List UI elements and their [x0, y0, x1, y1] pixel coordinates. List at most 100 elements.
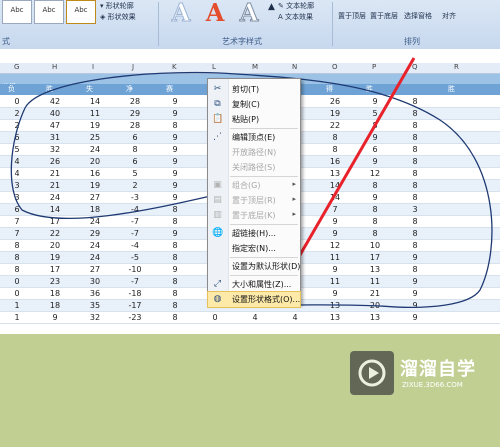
table-cell[interactable]: 8	[160, 240, 190, 251]
table-cell[interactable]: 8	[400, 168, 430, 179]
table-cell[interactable]: 22	[40, 228, 70, 239]
table-cell[interactable]: 5	[2, 144, 32, 155]
table-cell[interactable]: -7	[120, 216, 150, 227]
table-cell[interactable]: 16	[80, 168, 110, 179]
table-cell[interactable]: 20	[80, 156, 110, 167]
wordart-style-red[interactable]: A	[200, 0, 230, 26]
table-cell[interactable]: 21	[40, 180, 70, 191]
table-cell[interactable]: 17	[40, 216, 70, 227]
table-cell[interactable]: 8	[2, 252, 32, 263]
table-cell[interactable]: 9	[360, 132, 390, 143]
column-header[interactable]: O	[332, 63, 338, 71]
table-cell[interactable]: 7	[320, 204, 350, 215]
table-cell[interactable]: 8	[360, 120, 390, 131]
table-cell[interactable]: 28	[120, 120, 150, 131]
table-cell[interactable]: 11	[320, 252, 350, 263]
table-cell[interactable]: 26	[40, 156, 70, 167]
table-cell[interactable]: 2	[2, 108, 32, 119]
table-cell[interactable]: 29	[80, 228, 110, 239]
table-cell[interactable]: 0	[2, 288, 32, 299]
table-cell[interactable]: 7	[2, 216, 32, 227]
table-cell[interactable]: 47	[40, 120, 70, 131]
column-header[interactable]: P	[372, 63, 376, 71]
table-cell[interactable]: 2	[2, 120, 32, 131]
table-cell[interactable]: -23	[120, 312, 150, 323]
table-cell[interactable]: 0	[2, 276, 32, 287]
table-cell[interactable]: 9	[160, 228, 190, 239]
table-cell[interactable]: 9	[400, 312, 430, 323]
table-cell[interactable]: 20	[40, 240, 70, 251]
table-cell[interactable]: 3	[2, 180, 32, 191]
shape-style-swatch[interactable]: Abc	[34, 0, 64, 24]
table-cell[interactable]: 5	[360, 108, 390, 119]
table-cell[interactable]: 27	[80, 264, 110, 275]
table-cell[interactable]: 17	[40, 264, 70, 275]
table-cell[interactable]: 24	[80, 252, 110, 263]
context-menu-item[interactable]: ◍ 设置形状格式(O)...	[207, 291, 301, 308]
table-cell[interactable]: 14	[80, 96, 110, 107]
selection-pane-button[interactable]: 选择窗格	[404, 11, 432, 21]
table-cell[interactable]: 9	[360, 192, 390, 203]
table-cell[interactable]: 6	[2, 132, 32, 143]
table-cell[interactable]: 8	[160, 288, 190, 299]
table-cell[interactable]: 11	[360, 276, 390, 287]
shape-style-swatch[interactable]: Abc	[66, 0, 96, 24]
table-cell[interactable]: 8	[400, 192, 430, 203]
table-cell[interactable]: 9	[40, 312, 70, 323]
shape-outline-button[interactable]: ▾ 形状轮廓	[100, 1, 134, 11]
column-header[interactable]: R	[454, 63, 459, 71]
table-cell[interactable]: 8	[320, 132, 350, 143]
table-cell[interactable]: 9	[360, 156, 390, 167]
shape-effects-button[interactable]: ◈ 形状效果	[100, 12, 136, 22]
table-cell[interactable]: 8	[360, 204, 390, 215]
table-cell[interactable]: 8	[120, 144, 150, 155]
table-cell[interactable]: -17	[120, 300, 150, 311]
table-cell[interactable]: 9	[320, 228, 350, 239]
table-cell[interactable]: 9	[160, 156, 190, 167]
table-cell[interactable]: 2	[120, 180, 150, 191]
table-cell[interactable]: 8	[360, 228, 390, 239]
table-cell[interactable]: 8	[400, 132, 430, 143]
table-cell[interactable]: 8	[400, 156, 430, 167]
context-menu-item[interactable]: 指定宏(N)...	[208, 241, 300, 256]
table-cell[interactable]: 18	[40, 288, 70, 299]
table-cell[interactable]: 29	[120, 108, 150, 119]
table-cell[interactable]: 40	[40, 108, 70, 119]
table-cell[interactable]: 8	[160, 216, 190, 227]
table-cell[interactable]: 8	[360, 180, 390, 191]
table-cell[interactable]: 12	[320, 240, 350, 251]
table-cell[interactable]: 13	[320, 300, 350, 311]
send-back-button[interactable]: 置于底层	[370, 11, 398, 21]
table-cell[interactable]: 13	[320, 168, 350, 179]
table-cell[interactable]: 9	[160, 96, 190, 107]
table-cell[interactable]: 8	[400, 180, 430, 191]
table-cell[interactable]: 9	[160, 264, 190, 275]
table-cell[interactable]: 0	[200, 312, 230, 323]
table-cell[interactable]: 14	[320, 192, 350, 203]
table-cell[interactable]: 25	[80, 132, 110, 143]
wordart-style-white[interactable]: A	[166, 0, 196, 26]
table-cell[interactable]: 8	[400, 264, 430, 275]
table-cell[interactable]: 8	[400, 240, 430, 251]
table-cell[interactable]: 9	[160, 144, 190, 155]
table-cell[interactable]: 32	[80, 312, 110, 323]
table-cell[interactable]: 8	[400, 216, 430, 227]
table-cell[interactable]: 28	[120, 96, 150, 107]
table-cell[interactable]: 9	[320, 288, 350, 299]
table-cell[interactable]: 8	[400, 96, 430, 107]
table-cell[interactable]: 19	[80, 180, 110, 191]
table-cell[interactable]: 6	[2, 204, 32, 215]
table-cell[interactable]: 18	[40, 300, 70, 311]
table-cell[interactable]: 5	[120, 168, 150, 179]
table-cell[interactable]: 8	[160, 204, 190, 215]
table-cell[interactable]: 8	[360, 216, 390, 227]
text-outline-button[interactable]: ✎ 文本轮廓	[278, 1, 314, 11]
table-cell[interactable]: 9	[400, 288, 430, 299]
table-cell[interactable]: 4	[2, 168, 32, 179]
table-cell[interactable]: 0	[2, 96, 32, 107]
table-cell[interactable]: 3	[2, 192, 32, 203]
context-menu-item[interactable]: 设置为默认形状(D)	[208, 259, 300, 274]
column-header[interactable]: J	[132, 63, 134, 71]
table-cell[interactable]: 9	[400, 276, 430, 287]
table-cell[interactable]: -4	[120, 204, 150, 215]
